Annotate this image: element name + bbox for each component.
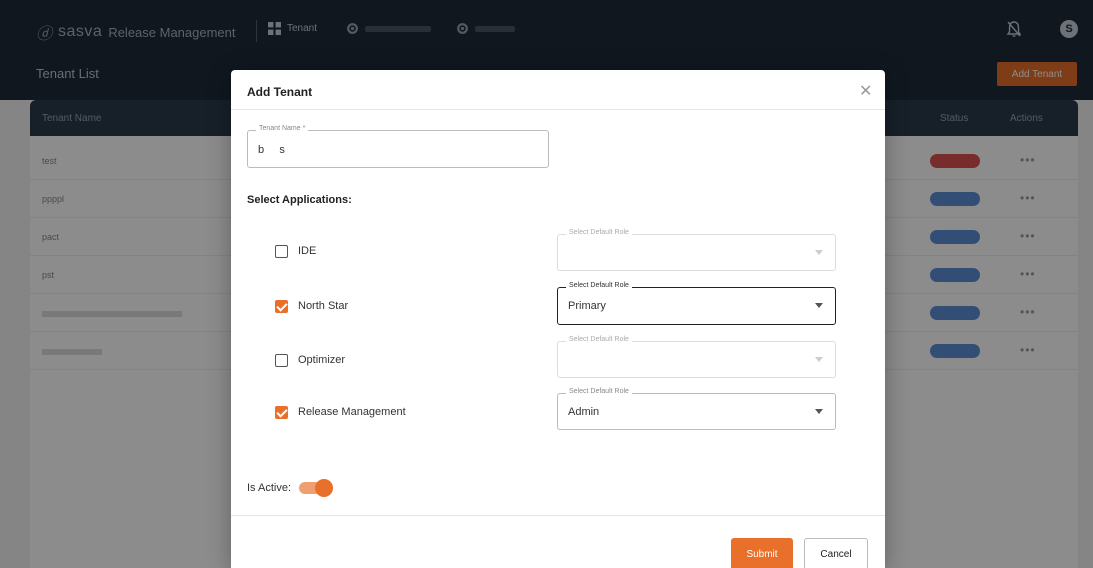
role-select-label: Select Default Role (566, 282, 632, 289)
north-star-checkbox[interactable] (275, 299, 288, 313)
chevron-down-icon (815, 303, 823, 308)
chevron-down-icon (815, 409, 823, 414)
is-active-label: Is Active: (247, 482, 292, 494)
cancel-button[interactable]: Cancel (804, 538, 868, 568)
ide-role-select: Select Default Role (557, 229, 836, 271)
role-select-value: Primary (568, 300, 606, 312)
app-label: Release Management (298, 406, 406, 418)
ide-checkbox[interactable] (275, 244, 288, 258)
north-star-role-select[interactable]: Select Default Role Primary (557, 282, 836, 325)
add-tenant-modal: Add Tenant ✕ Tenant Name * b s Select Ap… (231, 70, 885, 568)
tenant-name-label: Tenant Name * (256, 125, 309, 132)
app-option-north-star[interactable]: North Star (275, 296, 348, 316)
is-active-toggle[interactable] (299, 479, 334, 497)
optimizer-role-select: Select Default Role (557, 336, 836, 378)
app-label: North Star (298, 300, 349, 312)
role-select-label: Select Default Role (566, 388, 632, 395)
tenant-name-value: b s (258, 144, 285, 156)
app-label: IDE (298, 245, 317, 257)
role-select-label: Select Default Role (566, 336, 632, 343)
role-select-label: Select Default Role (566, 229, 632, 236)
chevron-down-icon (815, 250, 823, 255)
app-label: Optimizer (298, 354, 346, 366)
is-active-row: Is Active: (247, 479, 334, 497)
modal-title: Add Tenant (247, 85, 313, 99)
role-select-value: Admin (568, 406, 600, 418)
select-applications-label: Select Applications: (247, 194, 352, 206)
modal-header: Add Tenant ✕ (231, 70, 885, 110)
app-option-release-management[interactable]: Release Management (275, 402, 406, 422)
tenant-name-field[interactable]: Tenant Name * b s (247, 125, 549, 168)
chevron-down-icon (815, 357, 823, 362)
submit-button[interactable]: Submit (731, 538, 793, 568)
optimizer-checkbox[interactable] (275, 353, 288, 367)
release-management-checkbox[interactable] (275, 405, 288, 419)
app-option-ide[interactable]: IDE (275, 241, 316, 261)
release-management-role-select[interactable]: Select Default Role Admin (557, 388, 836, 430)
close-icon[interactable]: ✕ (859, 81, 872, 101)
app-option-optimizer[interactable]: Optimizer (275, 350, 345, 370)
modal-footer: Submit Cancel (231, 515, 885, 568)
toggle-knob (315, 479, 334, 497)
